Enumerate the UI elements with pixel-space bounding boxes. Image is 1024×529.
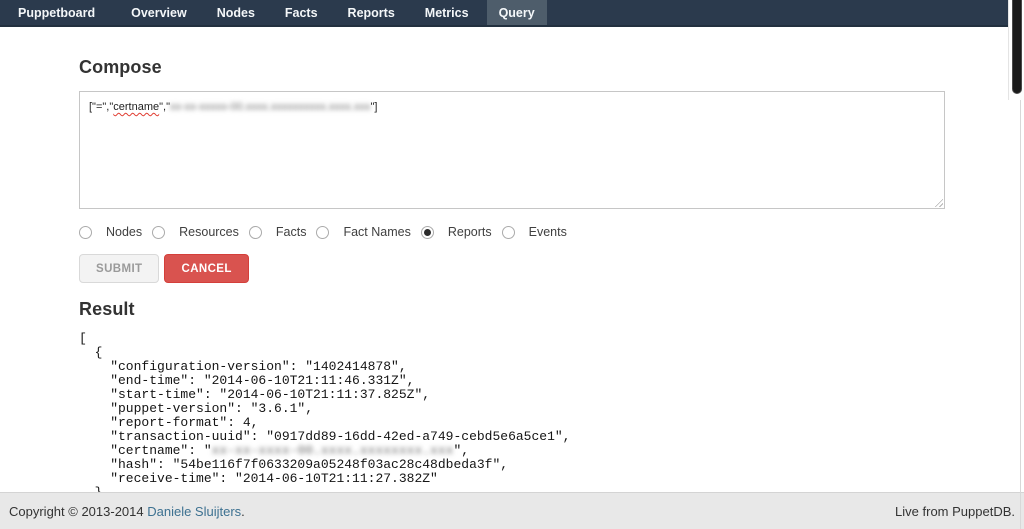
footer-copyright: Copyright © 2013-2014 Daniele Sluijters. <box>9 504 245 519</box>
radio-circle-icon[interactable] <box>421 226 434 239</box>
nav-tab-reports[interactable]: Reports <box>336 0 407 25</box>
radio-circle-icon[interactable] <box>502 226 515 239</box>
radio-circle-icon[interactable] <box>316 226 329 239</box>
result-heading: Result <box>79 299 945 320</box>
nav-tab-query[interactable]: Query <box>487 0 547 25</box>
query-redacted-hostname: xx-xx-xxxxx-00.xxxx.xxxxxxxxxx.xxxx.xxx <box>170 101 370 113</box>
nav-tab-overview[interactable]: Overview <box>119 0 199 25</box>
radio-option-resources[interactable]: Resources <box>152 225 239 239</box>
query-text-prefix: ["="," <box>89 101 113 113</box>
endpoint-radio-group: Nodes Resources Facts Fact Names Reports… <box>79 224 945 240</box>
radio-circle-icon[interactable] <box>79 226 92 239</box>
top-nav: Puppetboard Overview Nodes Facts Reports… <box>0 0 1024 27</box>
scrollbar-thumb[interactable] <box>1012 0 1022 94</box>
textarea-resize-grip-icon[interactable] <box>932 196 943 207</box>
result-json-before: [ { "configuration-version": "1402414878… <box>79 331 570 458</box>
submit-button[interactable]: SUBMIT <box>79 254 159 283</box>
result-redacted-certname: xx-xx-xxxx-00.xxxx.xxxxxxxx.xxx <box>212 443 454 458</box>
query-text-certname: certname <box>113 101 159 113</box>
nav-brand-puppetboard[interactable]: Puppetboard <box>5 0 108 25</box>
cancel-button[interactable]: CANCEL <box>164 254 248 283</box>
radio-option-facts[interactable]: Facts <box>249 225 307 239</box>
window-right-edge <box>1020 95 1021 529</box>
copyright-period: . <box>241 504 245 519</box>
radio-option-events[interactable]: Events <box>502 225 567 239</box>
radio-label: Events <box>529 225 567 239</box>
scrollbar-track[interactable] <box>1008 0 1024 100</box>
query-text-suffix: "] <box>370 101 377 113</box>
footer: Copyright © 2013-2014 Daniele Sluijters.… <box>0 492 1024 529</box>
compose-heading: Compose <box>79 57 945 78</box>
radio-option-fact-names[interactable]: Fact Names <box>316 225 410 239</box>
radio-label: Nodes <box>106 225 142 239</box>
result-json-output: [ { "configuration-version": "1402414878… <box>79 332 945 514</box>
radio-label: Facts <box>276 225 307 239</box>
radio-label: Resources <box>179 225 239 239</box>
footer-live-status: Live from PuppetDB. <box>895 504 1015 519</box>
radio-option-nodes[interactable]: Nodes <box>79 225 142 239</box>
query-input[interactable]: ["=","certname","xx-xx-xxxxx-00.xxxx.xxx… <box>79 91 945 209</box>
form-actions: SUBMIT CANCEL <box>79 254 945 283</box>
query-text-separator: "," <box>159 101 170 113</box>
radio-label: Reports <box>448 225 492 239</box>
copyright-text: Copyright © 2013-2014 <box>9 504 144 519</box>
radio-label: Fact Names <box>343 225 410 239</box>
radio-option-reports[interactable]: Reports <box>421 225 492 239</box>
nav-tab-nodes[interactable]: Nodes <box>205 0 267 25</box>
radio-circle-icon[interactable] <box>249 226 262 239</box>
author-link[interactable]: Daniele Sluijters <box>147 504 241 519</box>
nav-tab-facts[interactable]: Facts <box>273 0 330 25</box>
radio-circle-icon[interactable] <box>152 226 165 239</box>
main-content: Compose ["=","certname","xx-xx-xxxxx-00.… <box>79 57 945 514</box>
nav-tab-metrics[interactable]: Metrics <box>413 0 481 25</box>
